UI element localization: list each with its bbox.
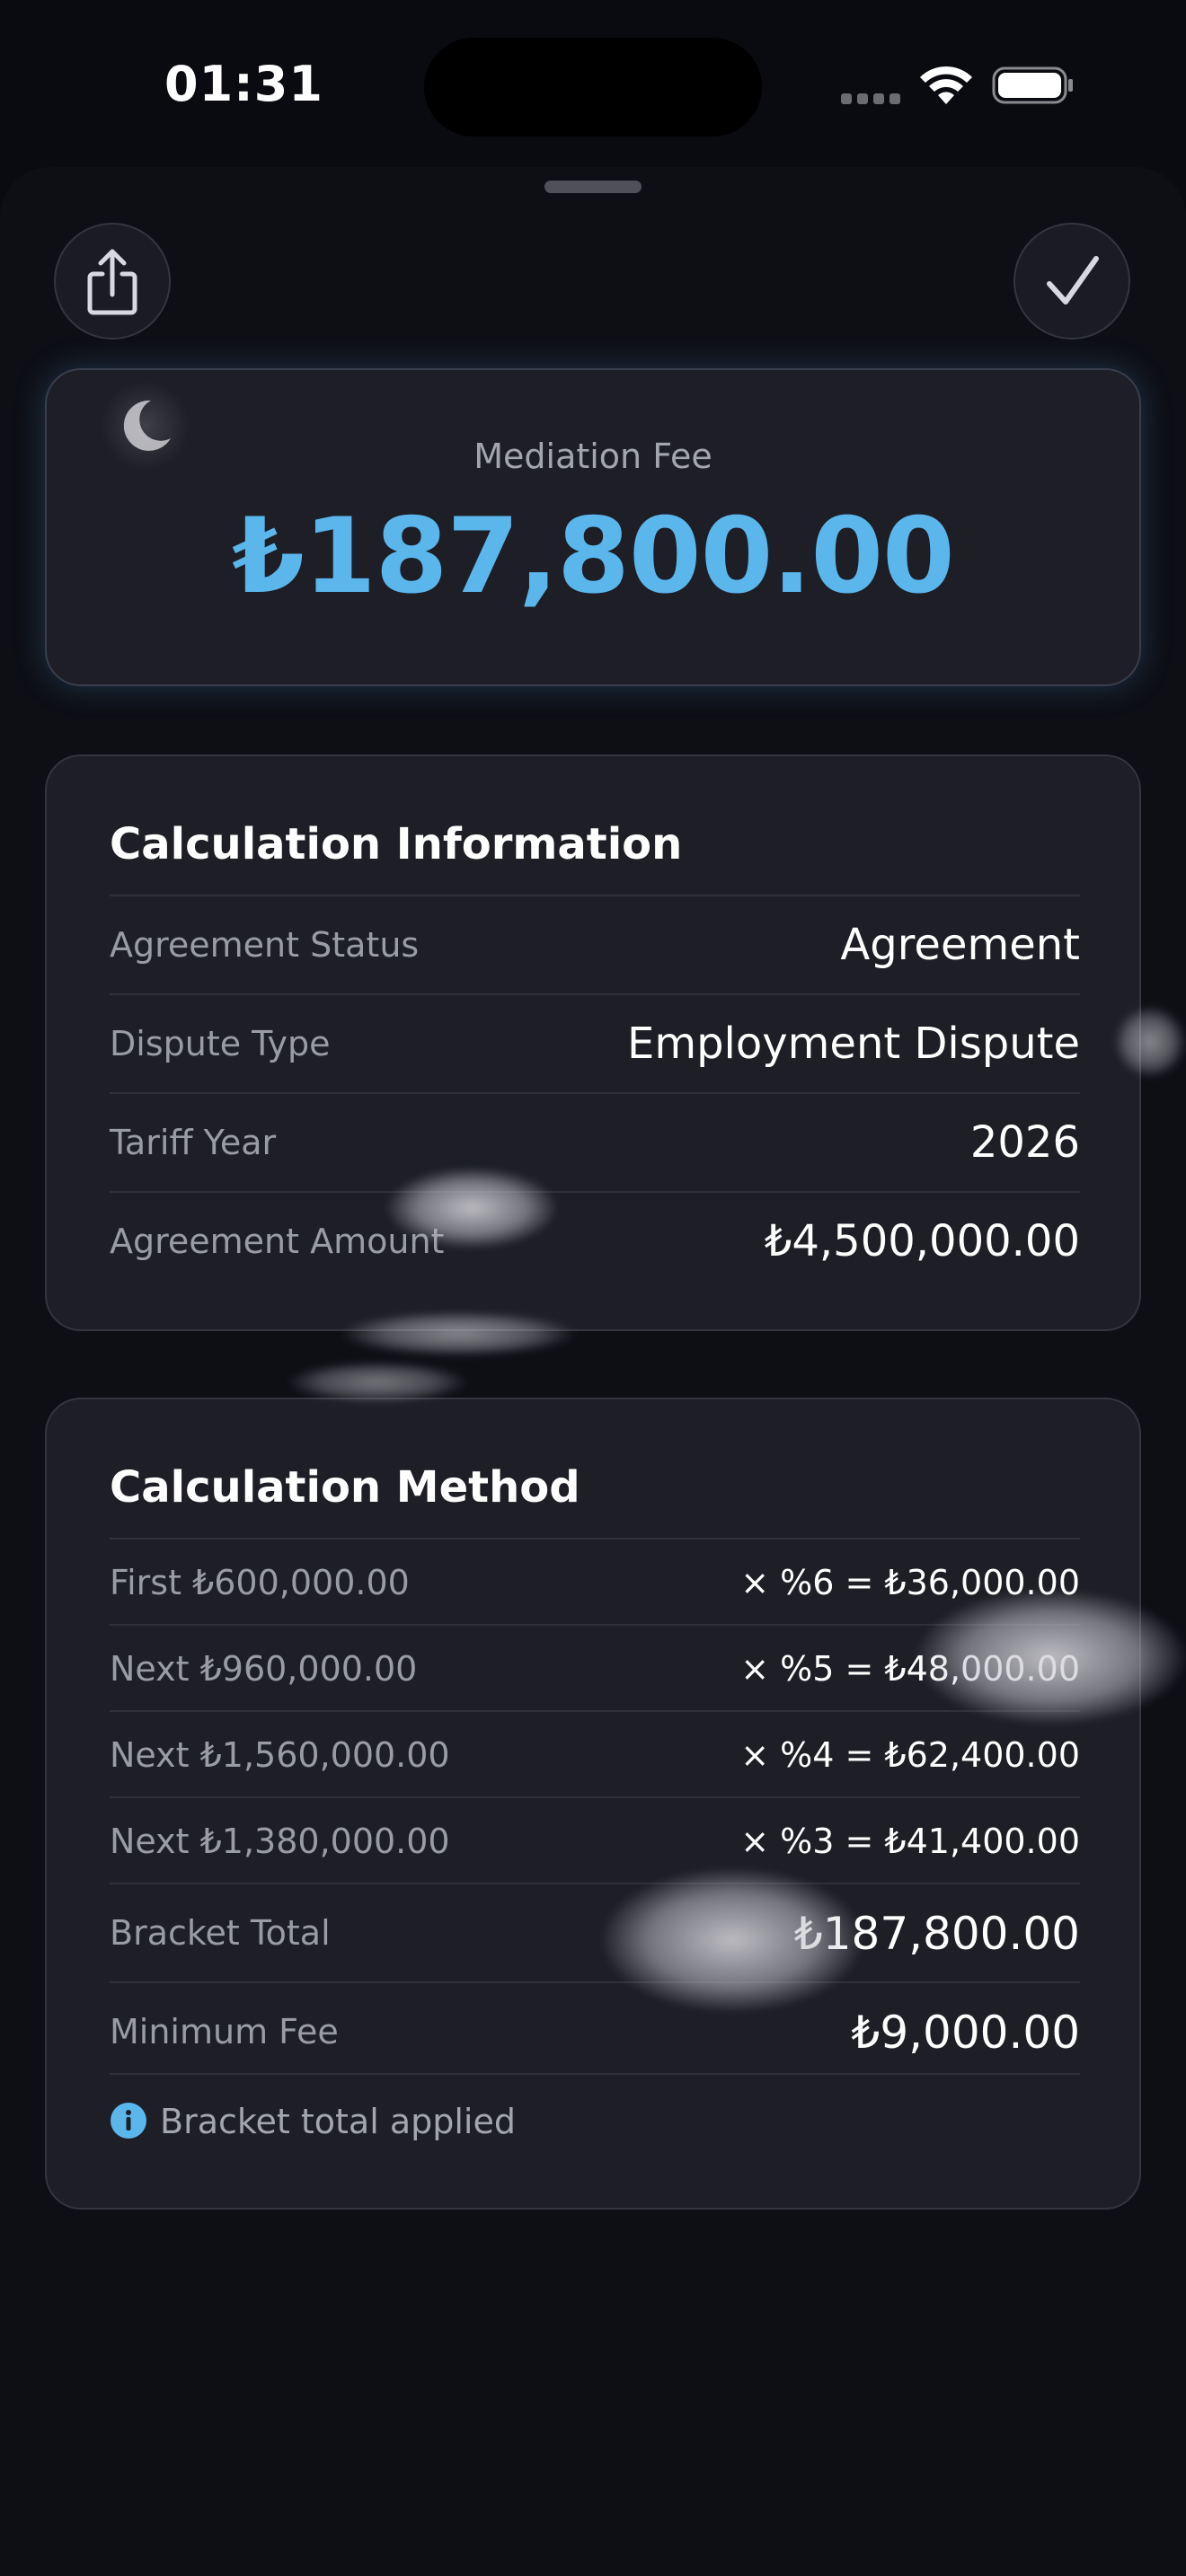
step-label: Next ₺1,380,000.00 [110,1822,450,1861]
card-title: Calculation Information [110,819,683,869]
total-label: Bracket Total [110,1913,331,1953]
done-button[interactable] [1013,223,1130,340]
note-text: Bracket total applied [160,2102,516,2141]
total-label: Minimum Fee [110,2012,339,2051]
cloud-decoration [916,1590,1186,1725]
minimum-fee-row: Minimum Fee ₺9,000.00 [110,1981,1080,2080]
calculation-method-card: Calculation Method First ₺600,000.00 × %… [45,1398,1141,2210]
cloud-decoration [341,1311,575,1356]
battery-icon [992,66,1073,104]
fee-summary-card: Mediation Fee ₺187,800.00 [45,368,1141,686]
row-label: Dispute Type [110,1024,331,1063]
fee-amount: ₺187,800.00 [232,496,955,617]
fee-label: Mediation Fee [474,437,712,476]
step-value: × %3 = ₺41,400.00 [740,1822,1080,1861]
cloud-decoration [288,1362,467,1403]
row-value: Employment Dispute [627,1019,1080,1069]
row-label: Tariff Year [110,1123,277,1162]
status-time: 01:31 [164,56,323,112]
bracket-step-row: First ₺600,000.00 × %6 = ₺36,000.00 [110,1538,1080,1624]
info-row-tariff-year: Tariff Year 2026 [110,1092,1080,1191]
status-bar: 01:31 [0,0,1186,171]
applied-note: Bracket total applied [110,2073,1080,2147]
cloud-decoration [386,1168,557,1248]
row-label: Agreement Status [110,925,420,965]
bracket-total-row: Bracket Total ₺187,800.00 [110,1883,1080,1981]
row-value: Agreement [840,920,1080,970]
cloud-decoration [1114,1006,1186,1078]
cloud-decoration [602,1868,863,2012]
info-row-agreement-status: Agreement Status Agreement [110,895,1080,993]
bracket-step-row: Next ₺1,380,000.00 × %3 = ₺41,400.00 [110,1796,1080,1883]
dynamic-island [424,38,762,137]
sheet-grabber[interactable] [544,181,642,193]
info-row-agreement-amount: Agreement Amount ₺4,500,000.00 [110,1191,1080,1290]
row-label: Agreement Amount [110,1222,445,1261]
step-value: × %4 = ₺62,400.00 [740,1735,1080,1775]
step-label: First ₺600,000.00 [110,1563,410,1602]
checkmark-icon [1047,256,1099,304]
row-value: ₺4,500,000.00 [764,1216,1080,1266]
card-title: Calculation Method [110,1462,580,1513]
info-circle-icon [111,2103,146,2139]
cellular-signal-icon [841,93,900,104]
total-value: ₺9,000.00 [851,2007,1080,2059]
row-value: 2026 [969,1117,1080,1168]
step-label: Next ₺1,560,000.00 [110,1735,450,1775]
info-row-dispute-type: Dispute Type Employment Dispute [110,993,1080,1092]
bracket-step-row: Next ₺1,560,000.00 × %4 = ₺62,400.00 [110,1710,1080,1796]
step-label: Next ₺960,000.00 [110,1649,418,1689]
share-icon [87,249,137,315]
wifi-icon [920,66,972,104]
share-button[interactable] [54,223,171,340]
calculation-information-card: Calculation Information Agreement Status… [45,754,1141,1331]
